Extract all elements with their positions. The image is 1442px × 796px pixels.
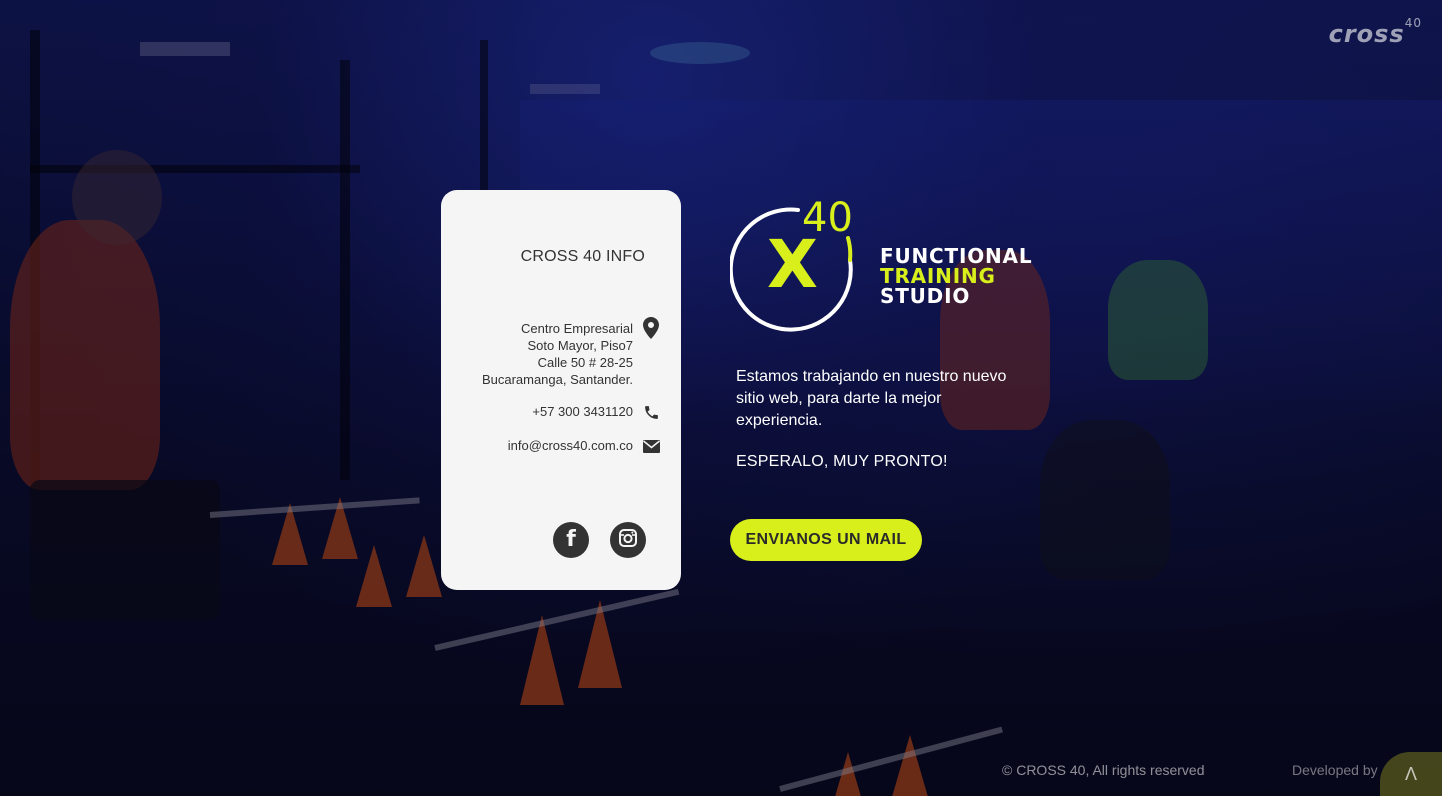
info-card: CROSS 40 INFO Centro Empresarial Soto Ma… — [441, 190, 681, 590]
facebook-icon: f — [566, 527, 576, 552]
mail-icon — [641, 436, 661, 456]
brand-logo-top[interactable]: cross40 — [1328, 16, 1422, 48]
coming-soon-tagline: ESPERALO, MUY PRONTO! — [736, 453, 948, 470]
address-line: Calle 50 # 28-25 — [537, 355, 633, 370]
facebook-button[interactable]: f — [553, 522, 589, 558]
logo-wordmark: FUNCTIONAL TRAINING STUDIO — [880, 246, 1032, 306]
email-address[interactable]: info@cross40.com.co — [508, 438, 633, 453]
instagram-icon — [619, 528, 637, 552]
card-title: CROSS 40 INFO — [520, 248, 645, 265]
landing-page: cross40 CROSS 40 INFO Centro Empresarial… — [0, 0, 1442, 796]
logo-mark-number: 40 — [802, 195, 853, 241]
logo-mark-letter: X — [767, 226, 818, 303]
coming-soon-message: Estamos trabajando en nuestro nuevo siti… — [736, 368, 1007, 429]
developed-by-text: Developed by — [1292, 762, 1378, 778]
copyright-text: © CROSS 40, All rights reserved — [1002, 762, 1205, 778]
brand-name: cross — [1328, 20, 1405, 48]
send-mail-button[interactable]: ENVIANOS UN MAIL — [730, 519, 922, 561]
developer-logo-link[interactable]: Λ — [1380, 752, 1442, 796]
phone-icon — [641, 402, 661, 422]
developer-logo-icon: Λ — [1404, 763, 1418, 784]
address-line: Soto Mayor, Piso7 — [527, 338, 634, 353]
studio-logo: X 40 FUNCTIONAL TRAINING STUDIO — [730, 198, 1040, 338]
location-pin-icon — [641, 317, 661, 339]
address-block: Centro Empresarial Soto Mayor, Piso7 Cal… — [482, 320, 633, 388]
address-line: Bucaramanga, Santander. — [481, 372, 633, 387]
instagram-button[interactable] — [610, 522, 646, 558]
address-line: Centro Empresarial — [521, 321, 633, 336]
brand-superscript: 40 — [1404, 16, 1422, 30]
logo-line-training: TRAINING — [880, 264, 996, 288]
bg-dark-overlay — [0, 0, 1442, 796]
phone-number[interactable]: +57 300 3431120 — [532, 404, 633, 419]
logo-line-studio: STUDIO — [880, 284, 971, 308]
logo-line-functional: FUNCTIONAL — [880, 244, 1033, 268]
